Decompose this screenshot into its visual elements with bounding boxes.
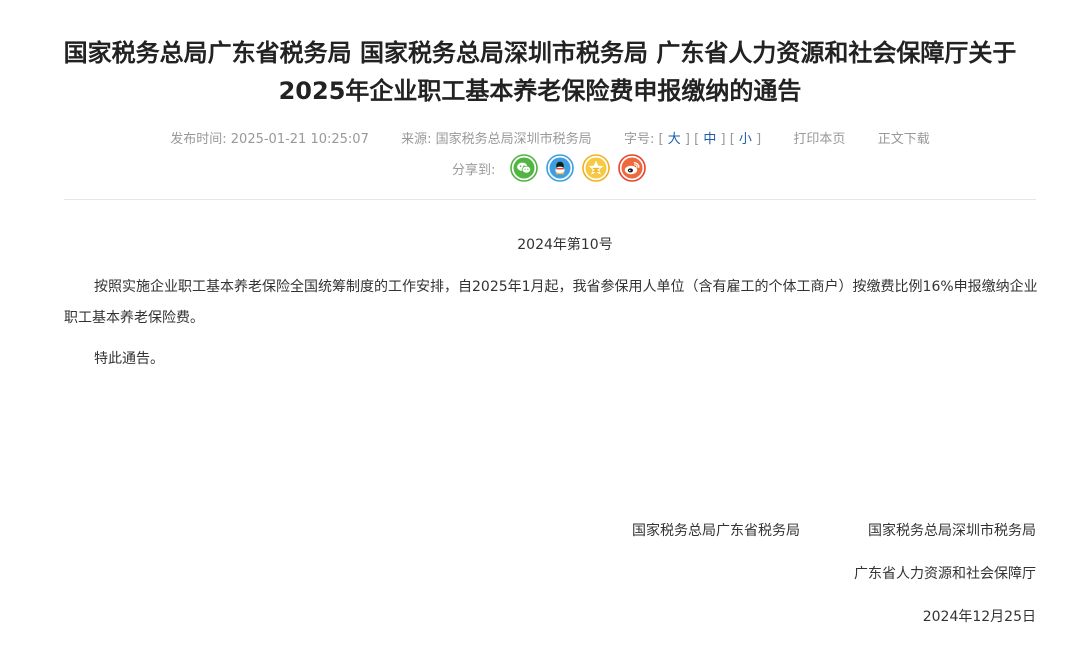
article-title: 国家税务总局广东省税务局 国家税务总局深圳市税务局 广东省人力资源和社会保障厅关…	[40, 34, 1040, 110]
document-number: 2024年第10号	[517, 237, 613, 253]
issuer-guangdong-tax: 国家税务总局广东省税务局	[632, 523, 800, 539]
issue-date: 2024年12月25日	[922, 609, 1036, 625]
issuer-hr-social-security: 广东省人力资源和社会保障厅	[854, 566, 1036, 582]
font-size-small-link[interactable]: 小	[739, 132, 752, 147]
share-bar: 分享到:	[0, 154, 1080, 186]
qzone-icon[interactable]	[582, 154, 610, 182]
article-meta: 发布时间: 2025-01-21 10:25:07 来源: 国家税务总局深圳市税…	[170, 132, 930, 147]
header-divider	[64, 199, 1036, 200]
issuer-shenzhen-tax: 国家税务总局深圳市税务局	[868, 523, 1036, 539]
font-size-label: 字号:	[623, 132, 655, 147]
weibo-icon[interactable]	[618, 154, 646, 182]
font-size-large-link[interactable]: 大	[668, 132, 681, 147]
share-label: 分享到:	[452, 162, 496, 178]
qq-icon[interactable]	[545, 154, 574, 182]
title-line-2: 2025年企业职工基本养老保险费申报缴纳的通告	[278, 77, 802, 105]
title-line-1: 国家税务总局广东省税务局 国家税务总局深圳市税务局 广东省人力资源和社会保障厅关…	[63, 39, 1017, 67]
body-paragraph-2: 特此通告。	[94, 351, 164, 367]
print-page-link[interactable]: 打印本页	[793, 132, 845, 147]
publish-time: 2025-01-21 10:25:07	[230, 132, 369, 147]
font-size-medium-link[interactable]: 中	[703, 132, 716, 147]
body-paragraph-1: 按照实施企业职工基本养老保险全国统筹制度的工作安排，自2025年1月起，我省参保…	[64, 279, 1038, 326]
source-value: 国家税务总局深圳市税务局	[435, 132, 592, 147]
download-text-link[interactable]: 正文下载	[878, 132, 930, 147]
source-label: 来源:	[401, 132, 432, 147]
publish-label: 发布时间:	[170, 132, 227, 147]
wechat-icon[interactable]	[509, 154, 538, 182]
